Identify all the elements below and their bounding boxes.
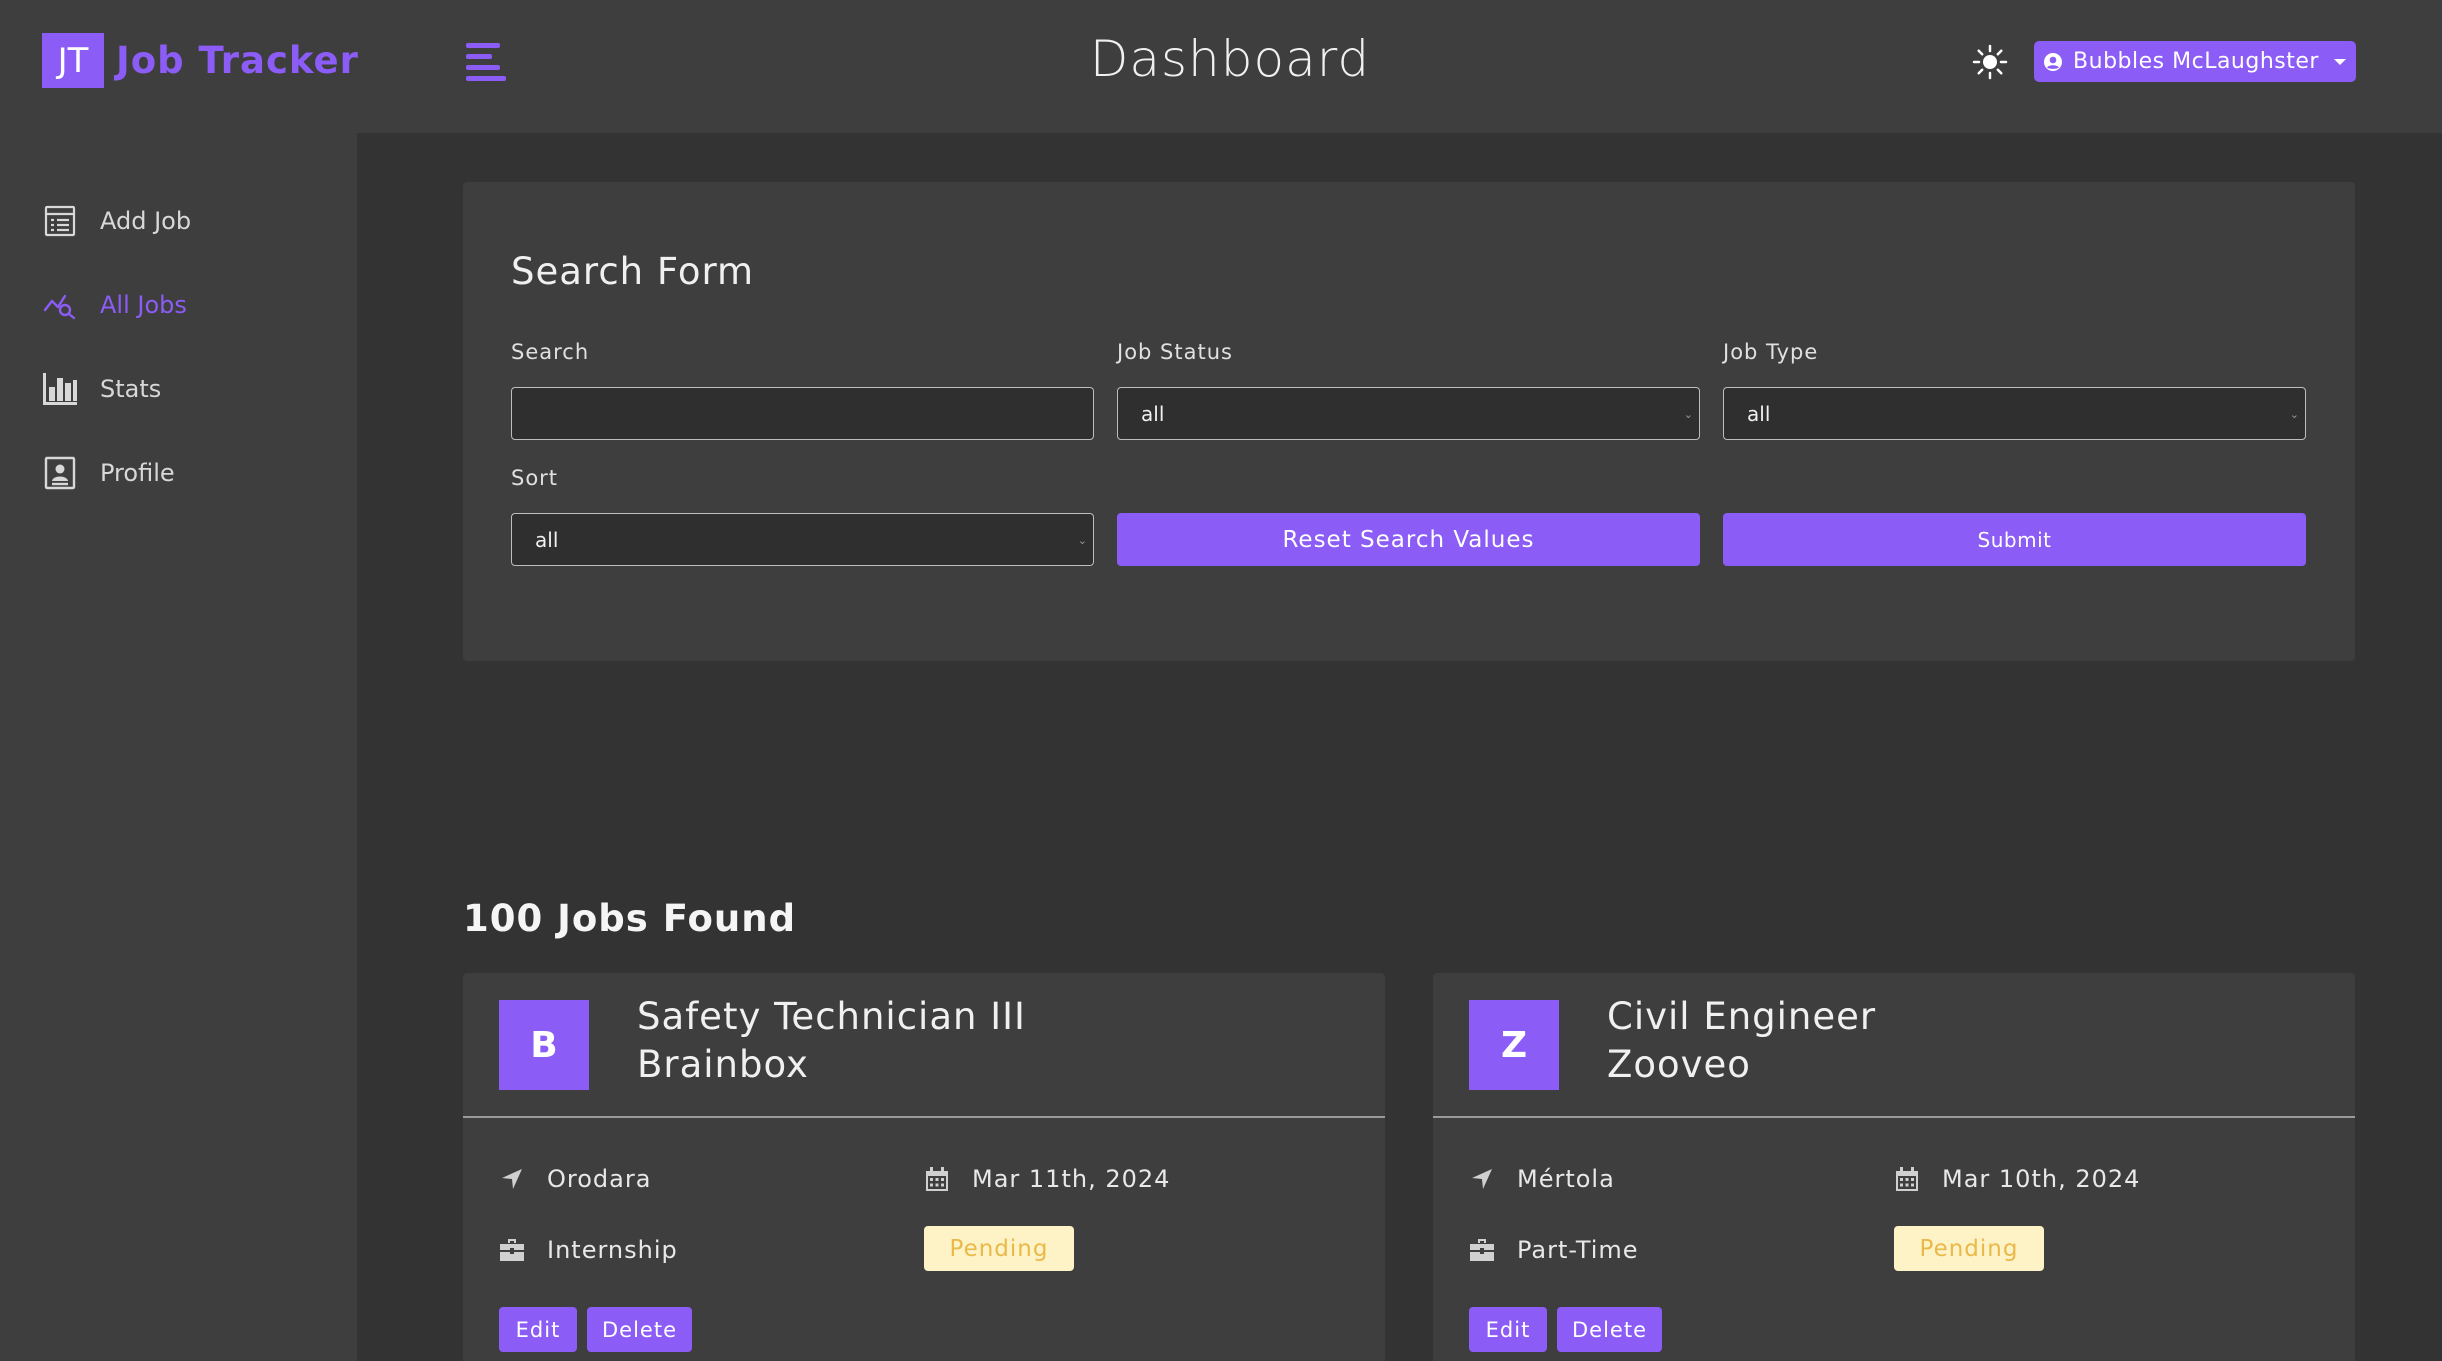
sidebar-item-label: Stats [100,375,162,403]
sidebar-item-profile[interactable]: Profile [42,455,175,491]
edit-button[interactable]: Edit [499,1307,577,1352]
sidebar-item-stats[interactable]: Stats [42,371,161,407]
job-position: Civil Engineer [1607,995,1877,1038]
job-company: Brainbox [637,1043,809,1086]
job-location-text: Mértola [1517,1165,1615,1193]
job-type-text: Internship [547,1236,678,1264]
sidebar: Add Job All Jobs Stats Profile [0,133,357,1361]
job-card-header: B Safety Technician III Brainbox [463,973,1385,1118]
sidebar-item-label: Profile [100,459,175,487]
search-input[interactable] [511,387,1094,440]
job-location: Orodara [499,1165,651,1193]
delete-button[interactable]: Delete [1557,1307,1662,1352]
job-type-value: all [1747,401,1771,426]
job-status-select[interactable]: all ⌄ [1117,387,1700,440]
chevron-down-icon: ⌄ [1077,534,1087,547]
chevron-down-icon: ⌄ [1683,408,1693,421]
status-badge: Pending [924,1226,1074,1271]
user-menu-button[interactable]: Bubbles McLaughster [2034,41,2356,82]
job-location-text: Orodara [547,1165,652,1193]
sidebar-item-all-jobs[interactable]: All Jobs [42,287,187,323]
submit-button[interactable]: Submit [1723,513,2306,566]
job-type-text: Part-Time [1517,1236,1639,1264]
location-arrow-icon [499,1166,525,1192]
sun-icon[interactable] [1970,42,2010,82]
user-name: Bubbles McLaughster [2073,49,2319,74]
delete-button[interactable]: Delete [587,1307,692,1352]
edit-button[interactable]: Edit [1469,1307,1547,1352]
reset-search-button[interactable]: Reset Search Values [1117,513,1700,566]
all-jobs-icon [42,287,78,323]
job-date: Mar 11th, 2024 [924,1165,1170,1193]
job-card: Z Civil Engineer Zooveo Mértola Mar 10th… [1433,973,2355,1361]
job-status-label: Job Status [1117,340,1233,364]
job-type: Internship [499,1236,678,1264]
job-card: B Safety Technician III Brainbox Orodara… [463,973,1385,1361]
profile-icon [42,455,78,491]
search-label: Search [511,340,590,364]
jobs-found-count: 100 Jobs Found [463,897,797,940]
job-company: Zooveo [1607,1043,1751,1086]
job-position: Safety Technician III [637,995,1026,1038]
job-type: Part-Time [1469,1236,1639,1264]
add-job-icon [42,203,78,239]
company-avatar: B [499,1000,589,1090]
job-type-select[interactable]: all ⌄ [1723,387,2306,440]
sidebar-item-add-job[interactable]: Add Job [42,203,191,239]
location-arrow-icon [1469,1166,1495,1192]
company-avatar: Z [1469,1000,1559,1090]
top-navbar: JT Job Tracker Dashboard Bubbles McLaugh… [0,0,2442,133]
status-badge: Pending [1894,1226,2044,1271]
job-location: Mértola [1469,1165,1615,1193]
job-date: Mar 10th, 2024 [1894,1165,2140,1193]
sort-value: all [535,527,559,552]
sidebar-item-label: All Jobs [100,291,187,319]
job-date-text: Mar 10th, 2024 [1942,1165,2141,1193]
job-card-header: Z Civil Engineer Zooveo [1433,973,2355,1118]
sidebar-item-label: Add Job [100,207,192,235]
job-status-value: all [1141,401,1165,426]
search-form: Search Form Search Job Status all ⌄ Job … [463,182,2355,661]
search-form-title: Search Form [511,250,755,293]
calendar-icon [1894,1166,1920,1192]
job-type-label: Job Type [1723,340,1819,364]
briefcase-icon [1469,1237,1495,1263]
chevron-down-icon: ⌄ [2289,408,2299,421]
sort-select[interactable]: all ⌄ [511,513,1094,566]
job-date-text: Mar 11th, 2024 [972,1165,1171,1193]
caret-down-icon [2333,57,2347,67]
stats-icon [42,371,78,407]
calendar-icon [924,1166,950,1192]
user-circle-icon [2043,52,2063,72]
sort-label: Sort [511,466,559,490]
briefcase-icon [499,1237,525,1263]
